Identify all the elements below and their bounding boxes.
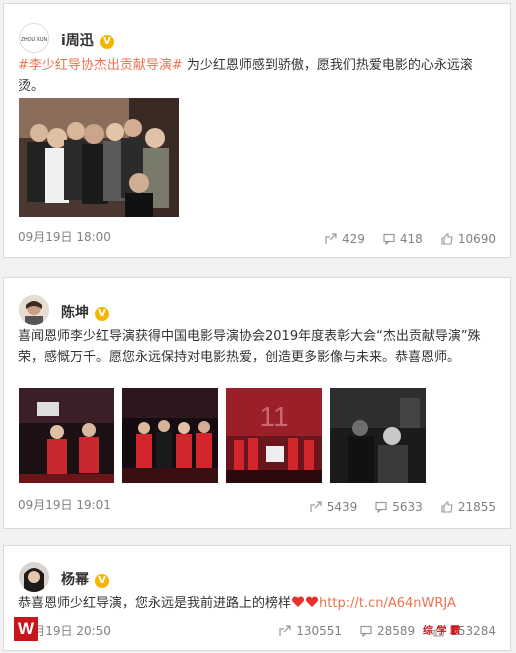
verified-icon: V xyxy=(95,307,109,321)
share-count: 429 xyxy=(342,232,365,246)
heart-emoji-icon xyxy=(306,596,319,607)
post-text: 喜闻恩师李少红导演获得中国电影导演协会2019年度表彰大会“杰出贡献导演”殊荣，… xyxy=(18,329,481,365)
comment-button[interactable]: 418 xyxy=(383,232,423,246)
comment-icon xyxy=(375,501,387,513)
like-button[interactable]: 10690 xyxy=(441,232,496,246)
watermark-text: 综 学 霸 xyxy=(423,626,460,637)
post-image[interactable] xyxy=(330,388,426,483)
thumbs-up-icon xyxy=(441,501,453,513)
share-count: 5439 xyxy=(326,500,358,514)
comment-count: 418 xyxy=(399,232,423,246)
share-button[interactable]: 429 xyxy=(325,232,365,246)
short-link[interactable]: http://t.cn/A64nWRJA xyxy=(319,596,456,611)
comment-button[interactable]: 28589 xyxy=(360,624,415,638)
share-button[interactable]: 5439 xyxy=(310,500,358,514)
post-image[interactable]: 11 xyxy=(226,388,322,483)
username[interactable]: i周迅 V xyxy=(61,30,114,50)
username-text[interactable]: 陈坤 xyxy=(61,305,89,321)
like-count: 21855 xyxy=(457,500,496,514)
comment-count: 28589 xyxy=(377,624,416,638)
weibo-post-card: 陈坤 V 喜闻恩师李少红导演获得中国电影导演协会2019年度表彰大会“杰出贡献导演… xyxy=(3,277,511,529)
post-actions: 130551 28589 153284 xyxy=(279,624,496,638)
share-button[interactable]: 130551 xyxy=(279,624,342,638)
thumbs-up-icon xyxy=(441,233,453,245)
post-actions: 429 418 10690 xyxy=(325,232,496,246)
verified-icon: V xyxy=(99,35,114,49)
share-icon xyxy=(310,501,322,512)
comment-icon xyxy=(360,625,372,637)
post-time[interactable]: 09月19日 19:01 xyxy=(18,496,111,513)
post-text: 恭喜恩师少红导演，您永远是我前进路上的榜样 http://t.cn/A64nWRJ… xyxy=(18,593,496,614)
post-image[interactable] xyxy=(19,388,114,483)
post-text: #李少红导协杰出贡献导演# 为少红恩师感到骄傲，愿我们热爱电影的心永远滚烫。 xyxy=(18,55,496,97)
comment-icon xyxy=(383,233,395,245)
post-time[interactable]: 09月19日 18:00 xyxy=(18,228,111,245)
comment-button[interactable]: 5633 xyxy=(375,500,423,514)
like-button[interactable]: 21855 xyxy=(441,500,496,514)
share-icon xyxy=(325,233,337,244)
watermark-logo-letter: W xyxy=(17,619,35,638)
username-text[interactable]: i周迅 xyxy=(61,33,94,49)
heart-emoji-icon xyxy=(292,596,305,607)
avatar[interactable] xyxy=(19,562,49,592)
verified-icon: V xyxy=(95,574,109,588)
like-count: 10690 xyxy=(457,232,496,246)
post-image[interactable] xyxy=(122,388,218,483)
avatar[interactable] xyxy=(19,295,49,325)
post-body: 恭喜恩师少红导演，您永远是我前进路上的榜样 xyxy=(18,596,292,611)
avatar-logo-text: ZHOU XUN xyxy=(21,37,48,43)
watermark-logo: W xyxy=(14,617,38,641)
post-actions: 5439 5633 21855 xyxy=(310,500,496,514)
avatar[interactable]: ZHOU XUN xyxy=(19,23,49,53)
topic-link[interactable]: #李少红导协杰出贡献导演# xyxy=(18,58,183,73)
svg-text:11: 11 xyxy=(259,401,288,432)
weibo-post-card: ZHOU XUN i周迅 V #李少红导协杰出贡献导演# 为少红恩师感到骄傲，愿我… xyxy=(3,3,511,258)
share-count: 130551 xyxy=(296,624,342,638)
username[interactable]: 杨幂 V xyxy=(61,569,109,589)
post-image[interactable] xyxy=(19,98,179,217)
username-text[interactable]: 杨幂 xyxy=(61,572,89,588)
comment-count: 5633 xyxy=(392,500,423,514)
share-icon xyxy=(279,625,291,636)
username[interactable]: 陈坤 V xyxy=(61,302,109,322)
